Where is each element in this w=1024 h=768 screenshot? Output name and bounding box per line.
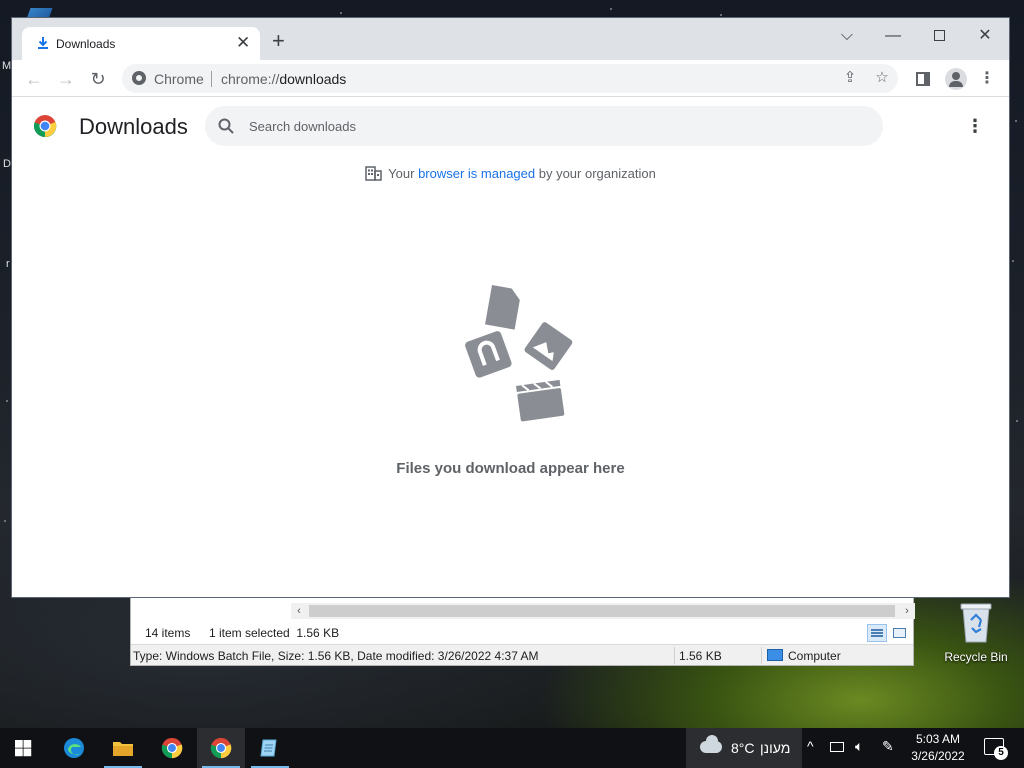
chrome-menu-icon[interactable]: ⋮ [975, 67, 999, 91]
desktop-edge-label: D [3, 158, 11, 170]
large-icons-view-icon [893, 628, 906, 638]
maximize-icon [933, 30, 945, 41]
close-window-button[interactable]: ✕ [973, 24, 997, 48]
cloud-icon [700, 735, 722, 753]
download-icon [38, 37, 48, 49]
tab-search-chevron-icon[interactable]: ⌵ [835, 24, 859, 48]
empty-downloads-illustration [465, 285, 573, 422]
clock-date: 3/26/2022 [911, 749, 965, 763]
recycle-bin-icon [957, 600, 995, 644]
details-view-button[interactable] [867, 624, 887, 642]
search-icon [218, 118, 234, 134]
site-name: Chrome [154, 71, 204, 87]
explorer-info-bar: 14 items 1 item selected 1.56 KB [131, 622, 913, 644]
recycle-bin[interactable]: Recycle Bin [940, 600, 1012, 664]
tab-title: Downloads [56, 37, 116, 51]
building-icon [365, 166, 382, 181]
weather-widget[interactable]: 8°C מעונן [686, 728, 802, 768]
minimize-button[interactable]: — [881, 24, 905, 48]
notification-center-icon[interactable]: 5 [984, 738, 1008, 760]
tab-downloads[interactable]: Downloads ✕ [22, 27, 260, 60]
maximize-button[interactable] [927, 24, 951, 48]
notification-badge: 5 [994, 746, 1008, 760]
item-count: 14 items [145, 626, 191, 640]
windows-logo-icon [15, 740, 32, 757]
side-panel-icon[interactable] [916, 72, 930, 86]
location-label: Computer [767, 649, 841, 663]
browser-toolbar: ← → ↻ Chrome chrome://downloads ⇪ ☆ ⋮ [12, 60, 1009, 97]
url-text[interactable]: chrome://downloads [221, 71, 346, 87]
desktop-edge-label: M [2, 60, 12, 72]
weather-temperature: 8°C [731, 740, 755, 756]
page-title: Downloads [79, 114, 188, 139]
title-bar[interactable]: Downloads ✕ + ⌵ — ✕ [12, 18, 1009, 60]
computer-icon [767, 649, 783, 661]
search-downloads-box[interactable] [205, 106, 883, 146]
taskbar-notepad[interactable] [246, 728, 294, 768]
scroll-left-icon[interactable]: ‹ [291, 603, 307, 619]
large-icons-view-button[interactable] [889, 624, 909, 642]
new-tab-button[interactable]: + [272, 30, 285, 52]
chrome-window[interactable]: Downloads ✕ + ⌵ — ✕ ← → ↻ Chrome chrome:… [12, 18, 1009, 597]
bookmark-star-icon[interactable]: ☆ [872, 68, 892, 88]
reload-button[interactable]: ↻ [86, 67, 110, 91]
taskbar-file-explorer[interactable] [99, 728, 147, 768]
network-monitor-icon [830, 742, 844, 752]
taskbar-chrome[interactable] [148, 728, 196, 768]
taskbar: 8°C מעונן ^ 🔈︎ ✎ 5:03 AM 3/26/2022 5 [0, 728, 1024, 768]
weather-condition: מעונן [760, 740, 791, 756]
downloads-page: Downloads ⋮ Your browser is managed by y… [12, 98, 1009, 597]
taskbar-edge[interactable] [50, 728, 98, 768]
taskbar-chrome-active[interactable] [197, 728, 245, 768]
managed-notice: Your browser is managed by your organiza… [12, 166, 1009, 181]
network-icon[interactable] [830, 738, 844, 754]
horizontal-scrollbar[interactable]: ‹ › [291, 603, 915, 619]
profile-avatar[interactable] [945, 68, 967, 90]
recycle-bin-label: Recycle Bin [944, 650, 1008, 664]
address-bar[interactable]: Chrome chrome://downloads ⇪ ☆ [122, 64, 898, 93]
explorer-status-bar: Type: Windows Batch File, Size: 1.56 KB,… [131, 644, 913, 665]
chrome-site-icon [132, 71, 146, 85]
browser-managed-link[interactable]: browser is managed [418, 166, 535, 181]
more-actions-icon[interactable]: ⋮ [966, 114, 984, 138]
scroll-right-icon[interactable]: › [899, 603, 915, 619]
forward-button[interactable]: → [54, 67, 78, 91]
tab-close-icon[interactable]: ✕ [236, 34, 250, 52]
share-icon[interactable]: ⇪ [840, 68, 860, 88]
scrollbar-thumb[interactable] [309, 605, 895, 617]
volume-icon[interactable]: 🔈︎ [855, 738, 863, 755]
desktop-edge-label: r [6, 258, 10, 270]
back-button[interactable]: ← [22, 67, 46, 91]
clock-time: 5:03 AM [915, 732, 961, 746]
system-clock[interactable]: 5:03 AM 3/26/2022 [900, 731, 976, 765]
pen-icon[interactable]: ✎ [882, 738, 894, 755]
selection-info: 1 item selected 1.56 KB [209, 626, 340, 640]
start-button[interactable] [0, 728, 48, 768]
chrome-icon [161, 737, 183, 759]
file-explorer-window[interactable]: ‹ › 14 items 1 item selected 1.56 KB Typ… [130, 597, 915, 666]
file-size: 1.56 KB [679, 649, 722, 663]
edge-icon [64, 738, 84, 758]
empty-state-message: Files you download appear here [396, 460, 625, 477]
chrome-icon [210, 737, 232, 759]
folder-icon [113, 742, 133, 756]
tray-overflow-chevron-icon[interactable]: ^ [807, 738, 814, 754]
file-details: Type: Windows Batch File, Size: 1.56 KB,… [133, 649, 539, 663]
notepad-icon [260, 739, 277, 757]
search-input[interactable] [249, 116, 849, 136]
chrome-logo-icon [33, 115, 57, 138]
